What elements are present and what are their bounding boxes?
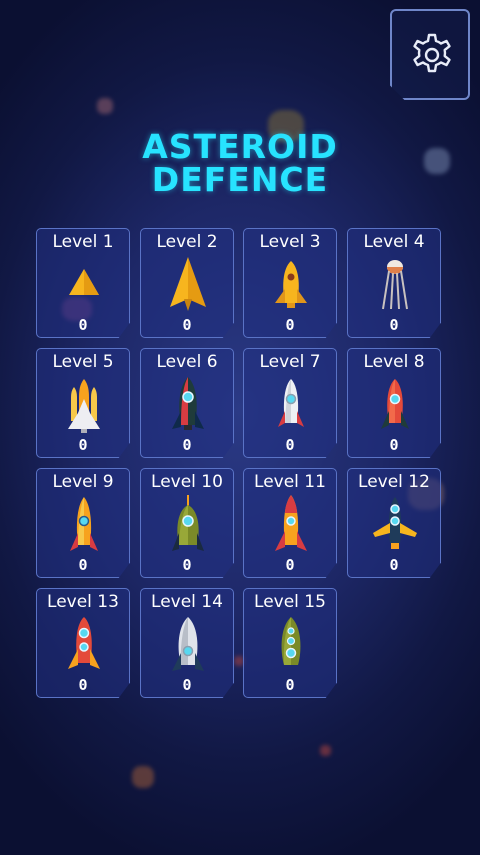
level-label: Level 12 [358, 472, 430, 492]
level-score: 0 [389, 316, 399, 334]
settings-button[interactable] [390, 9, 470, 100]
asteroid-blob [97, 98, 113, 114]
silver-rocket-icon [172, 617, 204, 671]
level-card-11[interactable]: Level 11 0 [243, 468, 337, 578]
level-card-8[interactable]: Level 8 0 [347, 348, 441, 458]
orange-rocket-icon [70, 497, 98, 551]
level-card-2[interactable]: Level 2 0 [140, 228, 234, 338]
level-card-7[interactable]: Level 7 0 [243, 348, 337, 458]
level-card-3[interactable]: Level 3 0 [243, 228, 337, 338]
level-label: Level 14 [151, 592, 223, 612]
paper-plane-ship-icon [170, 257, 206, 311]
level-card-15[interactable]: Level 15 0 [243, 588, 337, 698]
white-rocket-icon [278, 379, 304, 427]
red-capsule-rocket-icon [68, 617, 100, 669]
space-shuttle-icon [68, 379, 100, 433]
level-label: Level 9 [52, 472, 114, 492]
olive-rocket-icon [281, 617, 301, 665]
level-score: 0 [389, 436, 399, 454]
level-label: Level 2 [156, 232, 218, 252]
level-label: Level 4 [363, 232, 425, 252]
level-label: Level 13 [47, 592, 119, 612]
level-score: 0 [285, 436, 295, 454]
asteroid-blob [132, 766, 154, 788]
level-score: 0 [182, 676, 192, 694]
level-card-5[interactable]: Level 5 0 [36, 348, 130, 458]
level-score: 0 [182, 316, 192, 334]
level-card-10[interactable]: Level 10 0 [140, 468, 234, 578]
level-card-12[interactable]: Level 12 0 [347, 468, 441, 578]
gear-icon [413, 33, 451, 73]
level-score: 0 [78, 436, 88, 454]
title-line-1: ASTEROID [142, 127, 338, 166]
level-card-14[interactable]: Level 14 0 [140, 588, 234, 698]
level-label: Level 6 [156, 352, 218, 372]
green-rocket-icon [172, 495, 204, 551]
level-label: Level 1 [52, 232, 114, 252]
level-card-4[interactable]: Level 4 0 [347, 228, 441, 338]
level-label: Level 8 [363, 352, 425, 372]
level-card-13[interactable]: Level 13 0 [36, 588, 130, 698]
level-score: 0 [182, 556, 192, 574]
title-line-2: DEFENCE [151, 160, 329, 199]
triangle-ship-icon [69, 269, 99, 295]
level-score: 0 [78, 676, 88, 694]
level-label: Level 7 [259, 352, 321, 372]
asteroid-blob [234, 656, 244, 666]
level-card-9[interactable]: Level 9 0 [36, 468, 130, 578]
dark-rocket-icon [172, 377, 204, 430]
level-score: 0 [389, 556, 399, 574]
level-label: Level 15 [254, 592, 326, 612]
level-label: Level 3 [259, 232, 321, 252]
level-label: Level 10 [151, 472, 223, 492]
satellite-icon [382, 260, 408, 310]
level-card-6[interactable]: Level 6 0 [140, 348, 234, 458]
level-label: Level 5 [52, 352, 114, 372]
red-rocket-icon [381, 379, 409, 429]
level-score: 0 [182, 436, 192, 454]
orange-red-rocket-icon [275, 495, 307, 551]
level-score: 0 [285, 556, 295, 574]
level-score: 0 [78, 556, 88, 574]
level-score: 0 [78, 316, 88, 334]
wing-ship-icon [373, 497, 417, 549]
level-card-1[interactable]: Level 1 0 [36, 228, 130, 338]
level-label: Level 11 [254, 472, 326, 492]
small-rocket-icon [275, 261, 307, 308]
asteroid-blob [320, 745, 331, 756]
level-score: 0 [285, 676, 295, 694]
level-score: 0 [285, 316, 295, 334]
